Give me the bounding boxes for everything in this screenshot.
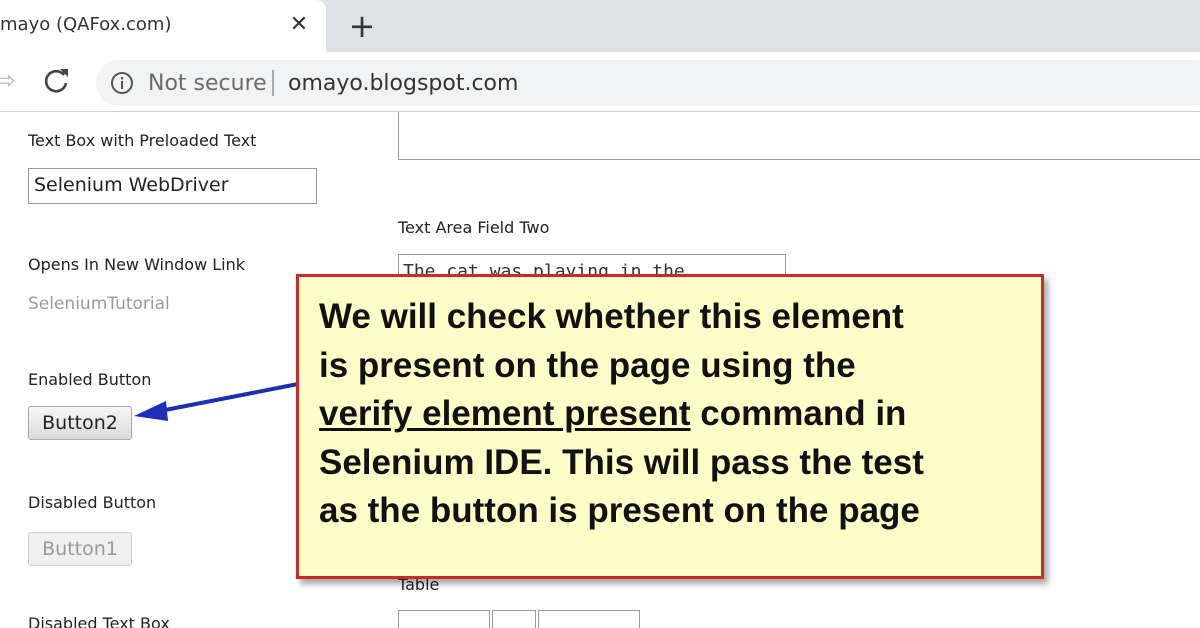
callout-text: We will check whether this element is pr… [319, 293, 1039, 536]
enabled-button-label: Enabled Button [28, 370, 152, 389]
selenium-tutorial-link[interactable]: SeleniumTutorial [28, 294, 170, 314]
callout-line-rest: command in [690, 394, 907, 433]
forward-icon[interactable]: ⇨ [0, 66, 18, 96]
button1-disabled: Button1 [28, 532, 132, 566]
tab-title: mayo (QAFox.com) [0, 14, 172, 35]
tab-strip: mayo (QAFox.com) ✕ + [0, 0, 1200, 52]
table-cell [538, 610, 640, 628]
text-area-field-one[interactable] [398, 112, 1200, 160]
table [398, 610, 642, 628]
url-separator [272, 70, 274, 96]
security-label[interactable]: Not secure [148, 71, 267, 96]
info-icon[interactable] [110, 71, 134, 95]
url-text[interactable]: omayo.blogspot.com [288, 71, 518, 96]
callout-line: We will check whether this element [319, 297, 904, 336]
preloaded-textbox[interactable]: Selenium WebDriver [28, 168, 317, 204]
disabled-textbox-label: Disabled Text Box [28, 614, 170, 628]
button2[interactable]: Button2 [28, 406, 132, 440]
address-bar[interactable]: Not secure omayo.blogspot.com [96, 60, 1200, 106]
callout-line: is present on the page using the [319, 345, 856, 385]
callout-underlined-phrase: verify element present [319, 394, 691, 433]
table-cell [398, 610, 490, 628]
disabled-button-label: Disabled Button [28, 493, 157, 512]
preloaded-textbox-label: Text Box with Preloaded Text [28, 131, 257, 150]
browser-toolbar: ⇨ Not secure omayo.blogspot.com [0, 52, 1200, 112]
callout-line: as the button is present on the page [319, 491, 920, 530]
annotation-callout: We will check whether this element is pr… [296, 274, 1044, 579]
reload-icon[interactable] [40, 65, 72, 97]
text-area-two-label: Text Area Field Two [398, 218, 550, 237]
callout-line: Selenium IDE. This will pass the test [319, 442, 924, 482]
plus-icon[interactable]: + [344, 8, 380, 44]
table-cell [492, 610, 536, 628]
new-window-label: Opens In New Window Link [28, 255, 246, 274]
close-icon[interactable]: ✕ [286, 12, 312, 38]
browser-tab[interactable]: mayo (QAFox.com) ✕ [0, 0, 326, 52]
callout-line: verify element present command in [319, 390, 1039, 439]
